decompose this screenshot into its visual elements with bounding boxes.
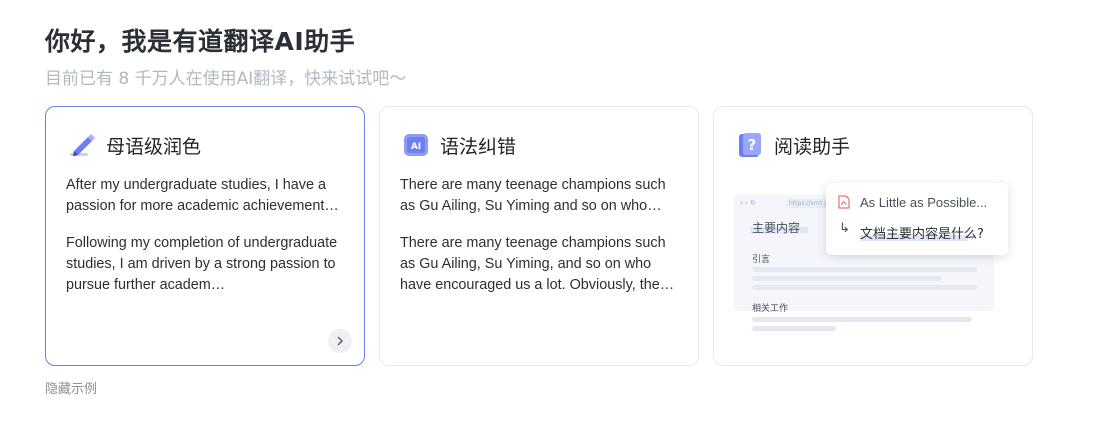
pen-icon <box>70 134 95 156</box>
card-title: 语法纠错 <box>440 135 517 158</box>
ai-badge-icon: AI <box>404 134 428 156</box>
card-title: 阅读助手 <box>774 135 851 158</box>
document-popup: As Little as Possible... ↳ 文档主要内容是什么? <box>826 183 1008 255</box>
file-name: As Little as Possible... <box>860 195 988 210</box>
card-title: 母语级润色 <box>106 135 202 158</box>
doc-section: 引言 <box>752 255 771 265</box>
chevron-right-icon <box>337 336 343 346</box>
question-text: 文档主要内容是什么? <box>860 227 984 242</box>
browser-nav-icons: ‹ › ↻ <box>740 199 756 207</box>
doc-heading: 主要内容 <box>752 221 801 235</box>
question-book-icon: ? <box>739 133 761 157</box>
example-output-text: There are many teenage champions such as… <box>400 235 675 293</box>
svg-text:AI: AI <box>411 142 421 152</box>
card-header: 母语级润色 <box>68 131 201 159</box>
card-reading-assistant[interactable]: ? 阅读助手 ‹ › ↻ https://smt.y... 主要内容 引言 相关… <box>713 106 1033 366</box>
card-polish[interactable]: 母语级润色 After my undergraduate studies, I … <box>45 106 365 366</box>
example-input-text: There are many teenage champions such as… <box>400 177 666 214</box>
example-output-text: Following my completion of undergraduate… <box>66 235 338 293</box>
page-title: 你好，我是有道翻译AI助手 <box>45 27 356 56</box>
pdf-icon <box>838 195 850 209</box>
page-subtitle: 目前已有 8 千万人在使用AI翻译，快来试试吧～ <box>45 69 407 89</box>
doc-section: 相关工作 <box>752 304 789 314</box>
hide-examples-link[interactable]: 隐藏示例 <box>45 378 97 397</box>
svg-text:?: ? <box>748 136 757 154</box>
card-grammar[interactable]: AI 语法纠错 There are many teenage champions… <box>379 106 699 366</box>
card-header: AI 语法纠错 <box>402 131 516 159</box>
url-bar: https://smt.y... <box>786 199 832 208</box>
example-input-text: After my undergraduate studies, I have a… <box>66 177 339 214</box>
next-button[interactable] <box>328 329 352 353</box>
card-header: ? 阅读助手 <box>736 131 850 159</box>
reply-arrow-icon: ↳ <box>839 221 850 236</box>
reading-preview: ‹ › ↻ https://smt.y... 主要内容 引言 相关工作 As L… <box>734 183 1008 341</box>
